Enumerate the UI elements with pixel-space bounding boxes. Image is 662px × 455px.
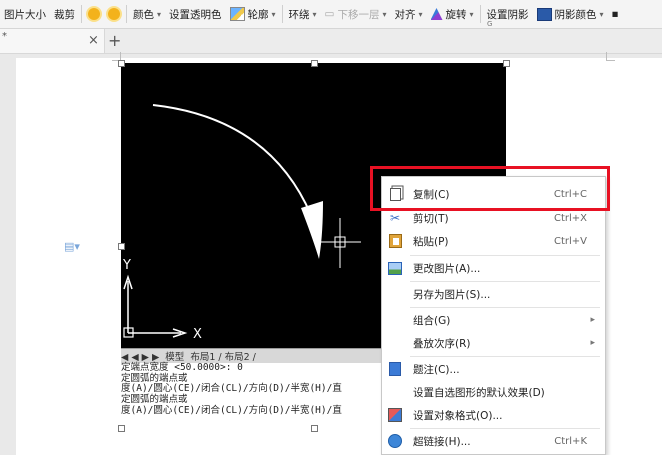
- format-object-icon: [388, 408, 402, 422]
- align-dropdown[interactable]: 对齐 ▾: [390, 3, 426, 25]
- new-tab-icon[interactable]: +: [108, 31, 121, 50]
- menu-item-format-object[interactable]: 设置对象格式(O)...: [382, 403, 605, 427]
- shadow-color-label: 阴影颜色: [554, 8, 597, 21]
- paragraph-layout-icon[interactable]: ▤▾: [64, 240, 80, 253]
- ucs-y-label: Y: [122, 258, 131, 273]
- image-size-label: 图片大小: [4, 8, 46, 21]
- set-shadow-label: 设置阴影: [486, 8, 529, 21]
- menu-item-label: 组合(G): [413, 314, 451, 327]
- menu-item-label: 设置自选图形的默认效果(D): [413, 386, 545, 399]
- submenu-arrow-icon: ▸: [590, 315, 595, 325]
- outline-dropdown[interactable]: 轮廓 ▾: [226, 3, 280, 25]
- more-icon: ▪: [611, 8, 619, 20]
- rotate-label: 旋转: [445, 8, 467, 21]
- outline-label: 轮廓: [247, 8, 269, 21]
- resize-handle-left[interactable]: [118, 243, 125, 250]
- menu-item-arrange-order[interactable]: 叠放次序(R) ▸: [382, 331, 605, 355]
- copy-highlight-box: [370, 166, 610, 211]
- toolbar-divider: [479, 5, 481, 23]
- wrap-label: 环绕: [288, 8, 310, 21]
- caption-icon: [388, 362, 402, 376]
- chevron-down-icon: ▾: [271, 9, 276, 19]
- resize-handle-bottom-left[interactable]: [118, 425, 125, 432]
- toolbar-divider: [126, 5, 127, 23]
- menu-item-shortcut: Ctrl+X: [553, 212, 587, 224]
- chevron-down-icon: ▾: [599, 9, 604, 19]
- menu-item-label: 设置对象格式(O)...: [413, 409, 503, 422]
- menu-item-shortcut: Ctrl+K: [554, 435, 587, 447]
- paste-icon: [388, 234, 402, 248]
- outline-icon: [229, 7, 245, 21]
- menu-item-change-picture[interactable]: 更改图片(A)...: [382, 256, 605, 280]
- group-dialog-launcher[interactable]: G: [487, 20, 492, 28]
- align-label: 对齐: [394, 8, 416, 21]
- arc-arrowhead: [301, 201, 323, 259]
- crop-button[interactable]: 裁剪: [50, 3, 79, 25]
- move-down-icon: ▭: [324, 8, 335, 20]
- unsaved-marker: *: [2, 31, 7, 42]
- picture-tools-toolbar: 图片大小 裁剪 颜色 ▾ 设置透明色 轮廓 ▾ 环绕 ▾ ▭ 下移一层 ▾ 对齐 ▾ 旋转 ▾…: [0, 0, 662, 29]
- color-label: 颜色: [133, 8, 154, 21]
- menu-item-save-as-picture[interactable]: 另存为图片(S)...: [382, 282, 605, 306]
- set-transparent-label: 设置透明色: [169, 8, 222, 21]
- resize-handle-bottom[interactable]: [311, 425, 318, 432]
- hyperlink-icon: [388, 434, 402, 448]
- brightness-down-icon: [108, 8, 120, 20]
- menu-item-default-shape-effect[interactable]: 设置自选图形的默认效果(D): [382, 380, 605, 404]
- chevron-down-icon: ▾: [382, 9, 387, 19]
- menu-item-label: 粘贴(P): [413, 235, 449, 248]
- change-picture-icon: [388, 261, 402, 275]
- chevron-down-icon: ▾: [469, 9, 474, 19]
- toolbar-divider: [81, 5, 82, 23]
- menu-item-label: 超链接(H)...: [413, 435, 471, 448]
- margin-corner: [606, 52, 615, 61]
- wrap-dropdown[interactable]: 环绕 ▾: [285, 3, 321, 25]
- chevron-down-icon: ▾: [418, 9, 423, 19]
- menu-item-hyperlink[interactable]: 超链接(H)... Ctrl+K: [382, 429, 605, 453]
- color-dropdown[interactable]: 颜色 ▾: [129, 3, 165, 25]
- menu-item-label: 题注(C)...: [413, 363, 460, 376]
- chevron-down-icon: ▾: [312, 9, 317, 19]
- rotate-dropdown[interactable]: 旋转 ▾: [427, 3, 478, 25]
- move-down-label: 下移一层: [337, 8, 380, 21]
- chevron-down-icon: ▾: [157, 9, 162, 19]
- menu-item-label: 剪切(T): [413, 212, 449, 225]
- shadow-color-icon: [536, 7, 552, 21]
- close-tab-icon[interactable]: ×: [88, 33, 99, 48]
- image-size-button[interactable]: 图片大小: [0, 3, 50, 25]
- resize-handle-top-right[interactable]: [503, 60, 510, 67]
- menu-item-label: 另存为图片(S)...: [413, 288, 491, 301]
- move-down-dropdown[interactable]: ▭ 下移一层 ▾: [321, 3, 391, 25]
- toolbar-divider: [281, 5, 283, 23]
- shadow-color-dropdown[interactable]: 阴影颜色 ▾: [533, 3, 608, 25]
- context-menu: 复制(C) Ctrl+C ✂ 剪切(T) Ctrl+X 粘贴(P) Ctrl+V…: [381, 176, 606, 455]
- resize-handle-top[interactable]: [311, 60, 318, 67]
- resize-handle-top-left[interactable]: [118, 60, 125, 67]
- contrast-button[interactable]: [104, 3, 124, 25]
- menu-item-caption[interactable]: 题注(C)...: [382, 357, 605, 381]
- scissors-icon: ✂: [389, 211, 401, 225]
- menu-item-label: 更改图片(A)...: [413, 262, 481, 275]
- more-button[interactable]: ▪: [608, 3, 623, 25]
- brightness-up-icon: [88, 8, 100, 20]
- menu-item-group[interactable]: 组合(G) ▸: [382, 308, 605, 332]
- arc-curve: [152, 104, 312, 216]
- ucs-x-label: X: [193, 327, 202, 342]
- document-tab[interactable]: * ×: [0, 29, 105, 53]
- rotate-icon: [430, 8, 443, 20]
- set-transparent-button[interactable]: 设置透明色: [165, 3, 226, 25]
- brightness-button[interactable]: [84, 3, 104, 25]
- menu-item-shortcut: Ctrl+V: [553, 235, 587, 247]
- menu-item-paste[interactable]: 粘贴(P) Ctrl+V: [382, 229, 605, 253]
- menu-item-label: 叠放次序(R): [413, 337, 471, 350]
- crop-label: 裁剪: [54, 8, 75, 21]
- document-tab-strip: * × +: [0, 29, 662, 54]
- submenu-arrow-icon: ▸: [590, 338, 595, 348]
